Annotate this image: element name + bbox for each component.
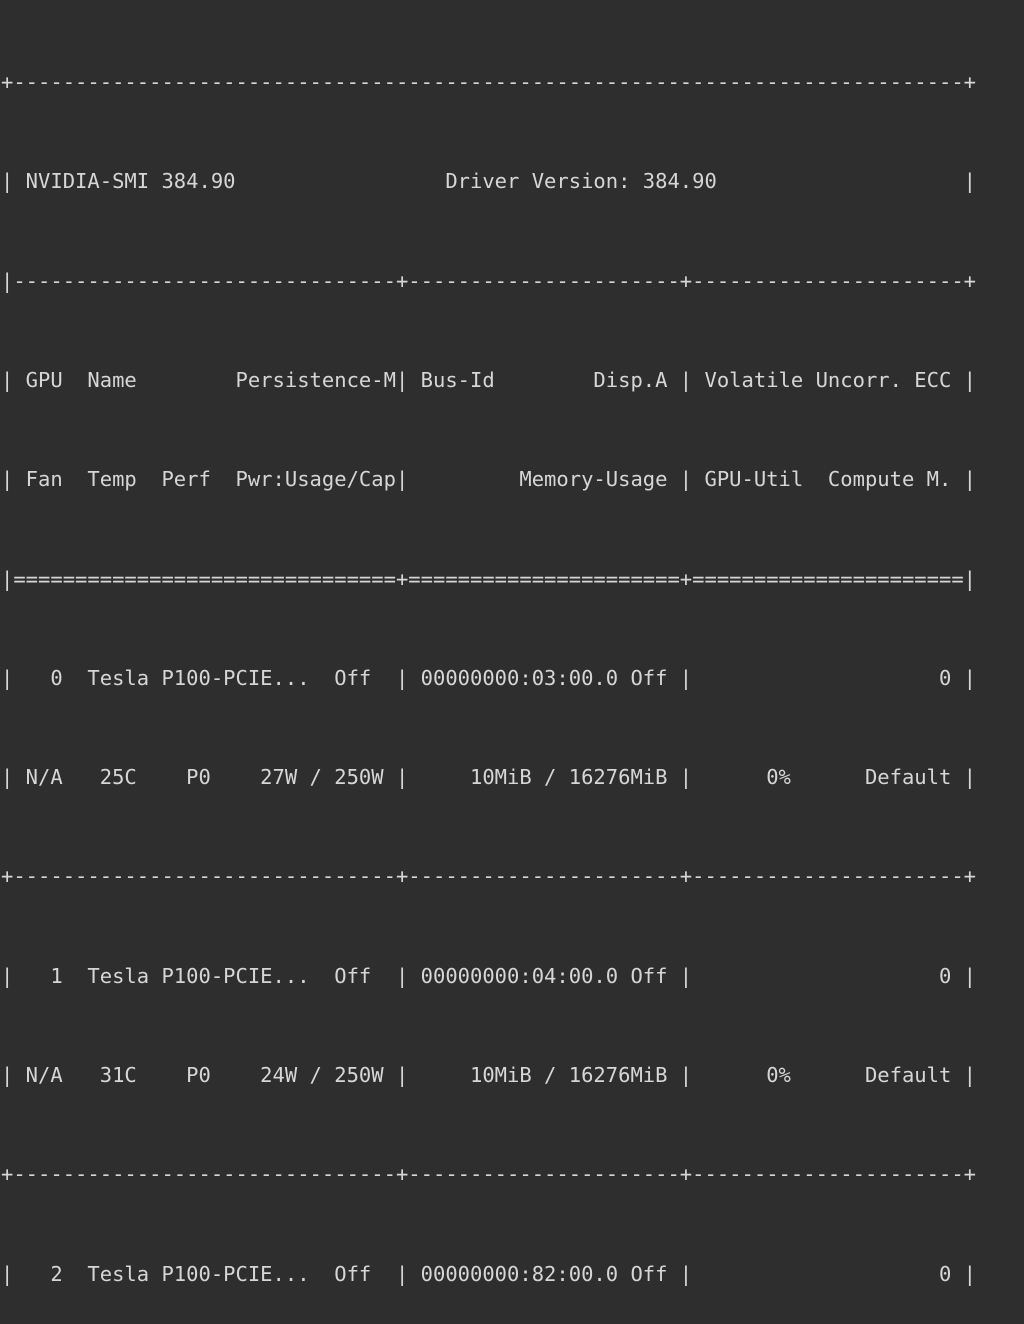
gpu-row-separator-0: +-------------------------------+-------… bbox=[1, 864, 977, 889]
gpu-row-separator-1: +-------------------------------+-------… bbox=[1, 1162, 977, 1187]
gpu-table-header-separator-double: |===============================+=======… bbox=[1, 566, 977, 591]
gpu-table-header-row1: | GPU Name Persistence-M| Bus-Id Disp.A … bbox=[1, 368, 977, 393]
top-border: +---------------------------------------… bbox=[1, 70, 977, 95]
gpu-row-1-line1: | 1 Tesla P100-PCIE... Off | 00000000:04… bbox=[1, 963, 977, 988]
gpu-table-header-row2: | Fan Temp Perf Pwr:Usage/Cap| Memory-Us… bbox=[1, 467, 977, 492]
gpu-row-0-line1: | 0 Tesla P100-PCIE... Off | 00000000:03… bbox=[1, 665, 977, 690]
header-separator-dashed: |-------------------------------+-------… bbox=[1, 268, 977, 293]
gpu-row-2-line1: | 2 Tesla P100-PCIE... Off | 00000000:82… bbox=[1, 1261, 977, 1286]
gpu-row-1-line2: | N/A 31C P0 24W / 250W | 10MiB / 16276M… bbox=[1, 1063, 977, 1087]
gpu-row-0-line2: | N/A 25C P0 27W / 250W | 10MiB / 16276M… bbox=[1, 765, 977, 790]
nvidia-smi-terminal-output: +---------------------------------------… bbox=[0, 0, 1024, 1286]
smi-version-line: | NVIDIA-SMI 384.90 Driver Version: 384.… bbox=[1, 169, 977, 194]
